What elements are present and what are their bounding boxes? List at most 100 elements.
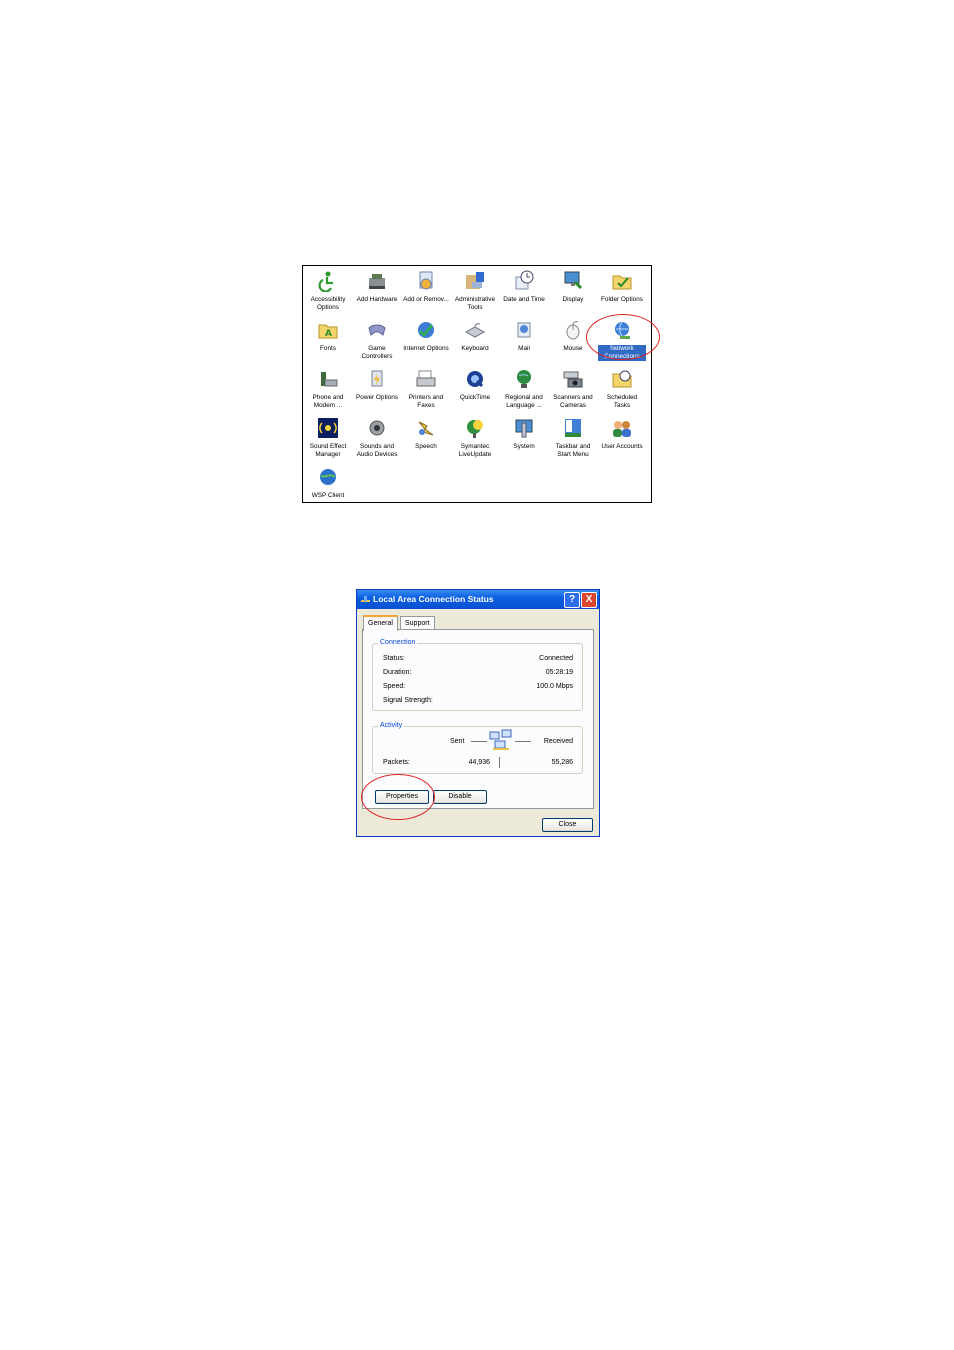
control-panel-item-label: Sounds and Audio Devices (356, 443, 398, 458)
packets-divider (499, 757, 500, 768)
dialog-title: Local Area Connection Status (373, 594, 494, 604)
control-panel-item-label: Sound Effect Manager (309, 443, 347, 458)
symantec-liveupdate-icon (467, 420, 483, 438)
mail-icon (517, 322, 531, 338)
tab-general[interactable]: General (363, 615, 398, 631)
close-x-button[interactable]: X (581, 592, 597, 608)
control-panel-item-label: Scheduled Tasks (606, 394, 638, 409)
control-panel-item-sounds-audio[interactable]: Sounds and Audio Devices (353, 417, 401, 459)
activity-group: Activity Sent Received Packets: 44,936 5… (372, 721, 583, 774)
control-panel-item-phone-modem[interactable]: Phone and Modem ... (304, 368, 352, 410)
title-bar[interactable]: Local Area Connection Status ? X (357, 590, 599, 609)
packets-sent-value: 44,936 (468, 759, 490, 766)
signal-strength-label: Signal Strength: (383, 697, 433, 704)
sent-label: Sent (450, 738, 465, 745)
control-panel-item-speech[interactable]: Speech (402, 417, 450, 451)
control-panel-item-label: Power Options (356, 394, 398, 401)
control-panel-item-internet-options[interactable]: Internet Options (402, 319, 450, 353)
taskbar-start-menu-icon (565, 419, 581, 437)
internet-options-icon (418, 322, 434, 338)
control-panel-item-display[interactable]: Display (549, 270, 597, 304)
game-controllers-icon (368, 324, 386, 336)
control-panel-item-folder-options[interactable]: Folder Options (598, 270, 646, 304)
date-time-icon (515, 270, 534, 290)
help-button[interactable]: ? (564, 592, 580, 608)
control-panel-item-network-connections[interactable]: Network Connections (598, 319, 646, 361)
control-panel-item-label: Date and Time (503, 296, 545, 303)
received-line (515, 741, 531, 742)
regional-language-icon (517, 370, 531, 388)
administrative-tools-icon (466, 272, 484, 289)
quicktime-icon (467, 371, 484, 388)
control-panel-item-scanners-cameras[interactable]: Scanners and Cameras (549, 368, 597, 410)
control-panel-item-label: Mouse (563, 345, 583, 352)
control-panel-item-label: Administrative Tools (454, 296, 496, 311)
add-remove-programs-icon (419, 271, 433, 290)
control-panel-item-mail[interactable]: Mail (500, 319, 548, 353)
keyboard-icon (464, 323, 486, 338)
control-panel-item-label: Taskbar and Start Menu (555, 443, 591, 458)
fonts-icon: A (318, 324, 338, 339)
scanners-cameras-icon (563, 371, 583, 388)
phone-modem-icon (321, 372, 338, 387)
tab-support[interactable]: Support (400, 616, 435, 630)
control-panel-item-keyboard[interactable]: Keyboard (451, 319, 499, 353)
disable-button[interactable]: Disable (433, 790, 487, 804)
duration-label: Duration: (383, 669, 412, 676)
control-panel-item-label: User Accounts (601, 443, 643, 450)
control-panel-item-mouse[interactable]: Mouse (549, 319, 597, 353)
sound-effect-manager-icon (318, 418, 338, 438)
control-panel-item-printers-faxes[interactable]: Printers and Faxes (402, 368, 450, 410)
printers-faxes-icon (416, 370, 436, 387)
control-panel-item-accessibility[interactable]: Accessibility Options (304, 270, 352, 312)
accessibility-icon (318, 271, 333, 292)
folder-options-icon (612, 275, 632, 290)
control-panel-item-label: Speech (415, 443, 437, 450)
control-panel-window: Accessibility Options Add Hardware Add or … (302, 265, 652, 503)
control-panel-item-wsp-client[interactable]: WSP Client (304, 466, 352, 500)
control-panel-item-label: Printers and Faxes (408, 394, 444, 409)
control-panel-item-label: Scanners and Cameras (553, 394, 593, 409)
properties-button[interactable]: Properties (375, 790, 429, 804)
control-panel-item-taskbar-start-menu[interactable]: Taskbar and Start Menu (549, 417, 597, 459)
connection-group: Connection Status: Connected Duration: 0… (372, 638, 583, 711)
svg-text:A: A (325, 329, 332, 339)
network-connections-icon (615, 321, 630, 339)
control-panel-item-quicktime[interactable]: QuickTime (451, 368, 499, 402)
control-panel-item-game-controllers[interactable]: Game Controllers (353, 319, 401, 361)
control-panel-item-scheduled-tasks[interactable]: Scheduled Tasks (598, 368, 646, 410)
control-panel-item-fonts[interactable]: A Fonts (304, 319, 352, 353)
general-tab-panel: Connection Status: Connected Duration: 0… (362, 629, 594, 809)
control-panel-item-label: Regional and Language ... (505, 394, 543, 409)
close-button[interactable]: Close (542, 818, 593, 832)
sent-line (471, 741, 487, 742)
control-panel-item-sound-effect-manager[interactable]: Sound Effect Manager (304, 417, 352, 459)
control-panel-item-administrative-tools[interactable]: Administrative Tools (451, 270, 499, 312)
control-panel-item-add-hardware[interactable]: Add Hardware (353, 270, 401, 304)
received-label: Received (543, 738, 573, 745)
control-panel-item-symantec-liveupdate[interactable]: Symantec LiveUpdate (451, 417, 499, 459)
control-panel-item-system[interactable]: System (500, 417, 548, 451)
control-panel-item-label: Fonts (320, 345, 336, 352)
control-panel-item-label: Network Connections (598, 345, 646, 361)
control-panel-item-user-accounts[interactable]: User Accounts (598, 417, 646, 451)
control-panel-item-label: Folder Options (601, 296, 643, 303)
control-panel-item-add-remove-programs[interactable]: Add or Remov... (402, 270, 450, 304)
control-panel-item-label: Phone and Modem ... (312, 394, 344, 409)
control-panel-item-label: Mail (518, 345, 530, 352)
connection-legend: Connection (378, 638, 418, 648)
control-panel-item-power-options[interactable]: Power Options (353, 368, 401, 402)
packets-label: Packets: (383, 759, 410, 766)
control-panel-item-label: Game Controllers (361, 345, 393, 360)
sounds-audio-icon (369, 420, 385, 436)
control-panel-item-label: Symantec LiveUpdate (458, 443, 492, 458)
control-panel-item-label: Accessibility Options (310, 296, 346, 311)
network-activity-icon (489, 729, 512, 750)
control-panel-item-date-time[interactable]: Date and Time (500, 270, 548, 304)
speed-value: 100.0 Mbps (536, 683, 573, 690)
user-accounts-icon (613, 421, 631, 437)
duration-value: 05:28:19 (545, 669, 573, 676)
control-panel-item-regional-language[interactable]: Regional and Language ... (500, 368, 548, 410)
mouse-icon (566, 321, 580, 340)
wsp-client-icon (320, 469, 336, 485)
